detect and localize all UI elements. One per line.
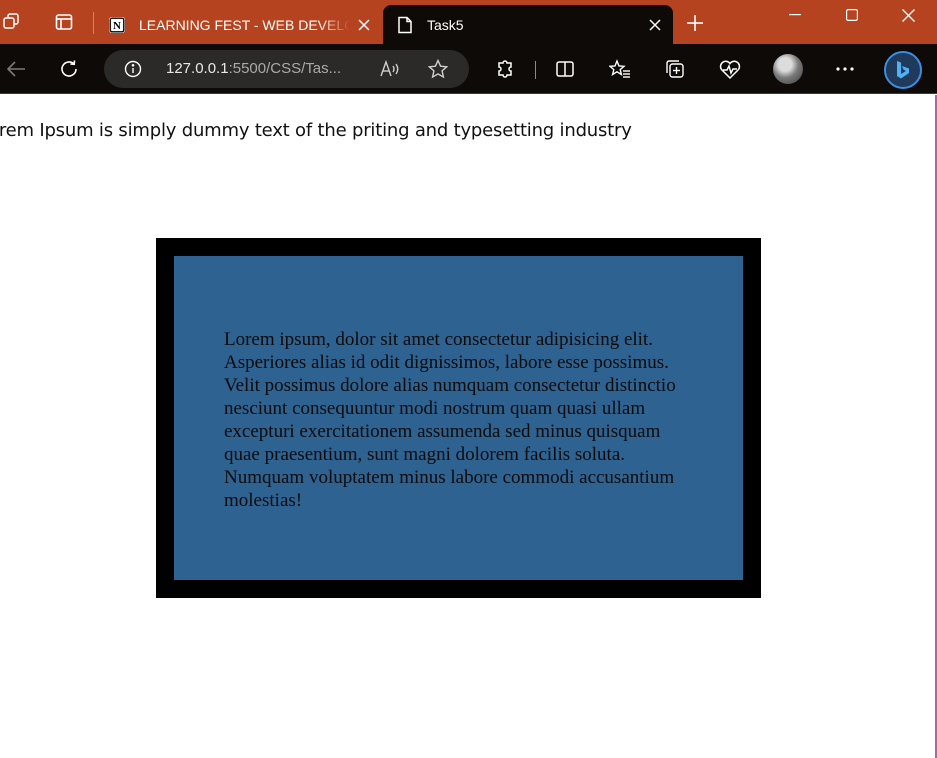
bing-copilot-icon[interactable] [884,51,922,89]
site-info-icon[interactable] [122,58,144,80]
blue-content-box: Lorem ipsum, dolor sit amet consectetur … [174,256,743,580]
tab-actions-icon[interactable] [52,10,76,34]
address-bar[interactable]: 127.0.0.1:5500/CSS/Tas... [104,50,469,88]
close-window-icon[interactable] [880,0,937,30]
minimize-icon[interactable] [766,0,823,30]
url-text[interactable]: 127.0.0.1:5500/CSS/Tas... [166,60,341,77]
favorite-star-icon[interactable] [426,58,450,80]
maximize-icon[interactable] [823,0,880,30]
collections-icon[interactable] [661,55,689,83]
url-path: :5500/CSS/Tas... [228,60,342,77]
tab-task5[interactable]: Task5 [383,5,673,44]
url-host: 127.0.0.1 [166,60,229,77]
browser-toolbar: 127.0.0.1:5500/CSS/Tas... [0,44,937,94]
tab-title: LEARNING FEST - WEB DEVELOPMENT [139,16,350,33]
tab-strip: N LEARNING FEST - WEB DEVELOPMENT Task5 [0,0,937,44]
svg-text:N: N [113,20,121,32]
intro-text: orem Ipsum is simply dummy text of the p… [0,120,632,141]
workspaces-icon[interactable] [0,10,24,34]
page-viewport: orem Ipsum is simply dummy text of the p… [0,95,937,758]
refresh-icon[interactable] [55,55,83,83]
tab-title: Task5 [427,16,464,33]
tab-learning-fest[interactable]: N LEARNING FEST - WEB DEVELOPMENT [95,5,382,44]
read-aloud-icon[interactable] [378,58,402,80]
extensions-icon[interactable] [491,55,519,83]
close-tab-icon[interactable] [641,11,669,39]
notion-icon: N [107,15,127,35]
bordered-box: Lorem ipsum, dolor sit amet consectetur … [156,238,761,598]
split-screen-icon[interactable] [551,55,579,83]
tab-separator [93,12,94,34]
more-options-icon[interactable] [831,55,859,83]
browser-essentials-icon[interactable] [716,55,744,83]
toolbar-separator [535,61,536,79]
back-icon[interactable] [2,55,30,83]
close-tab-icon[interactable] [350,11,378,39]
box-paragraph: Lorem ipsum, dolor sit amet consectetur … [224,329,676,511]
page-icon [395,15,415,35]
new-tab-icon[interactable] [682,10,708,36]
favorites-icon[interactable] [606,55,634,83]
profile-avatar[interactable] [773,54,803,84]
